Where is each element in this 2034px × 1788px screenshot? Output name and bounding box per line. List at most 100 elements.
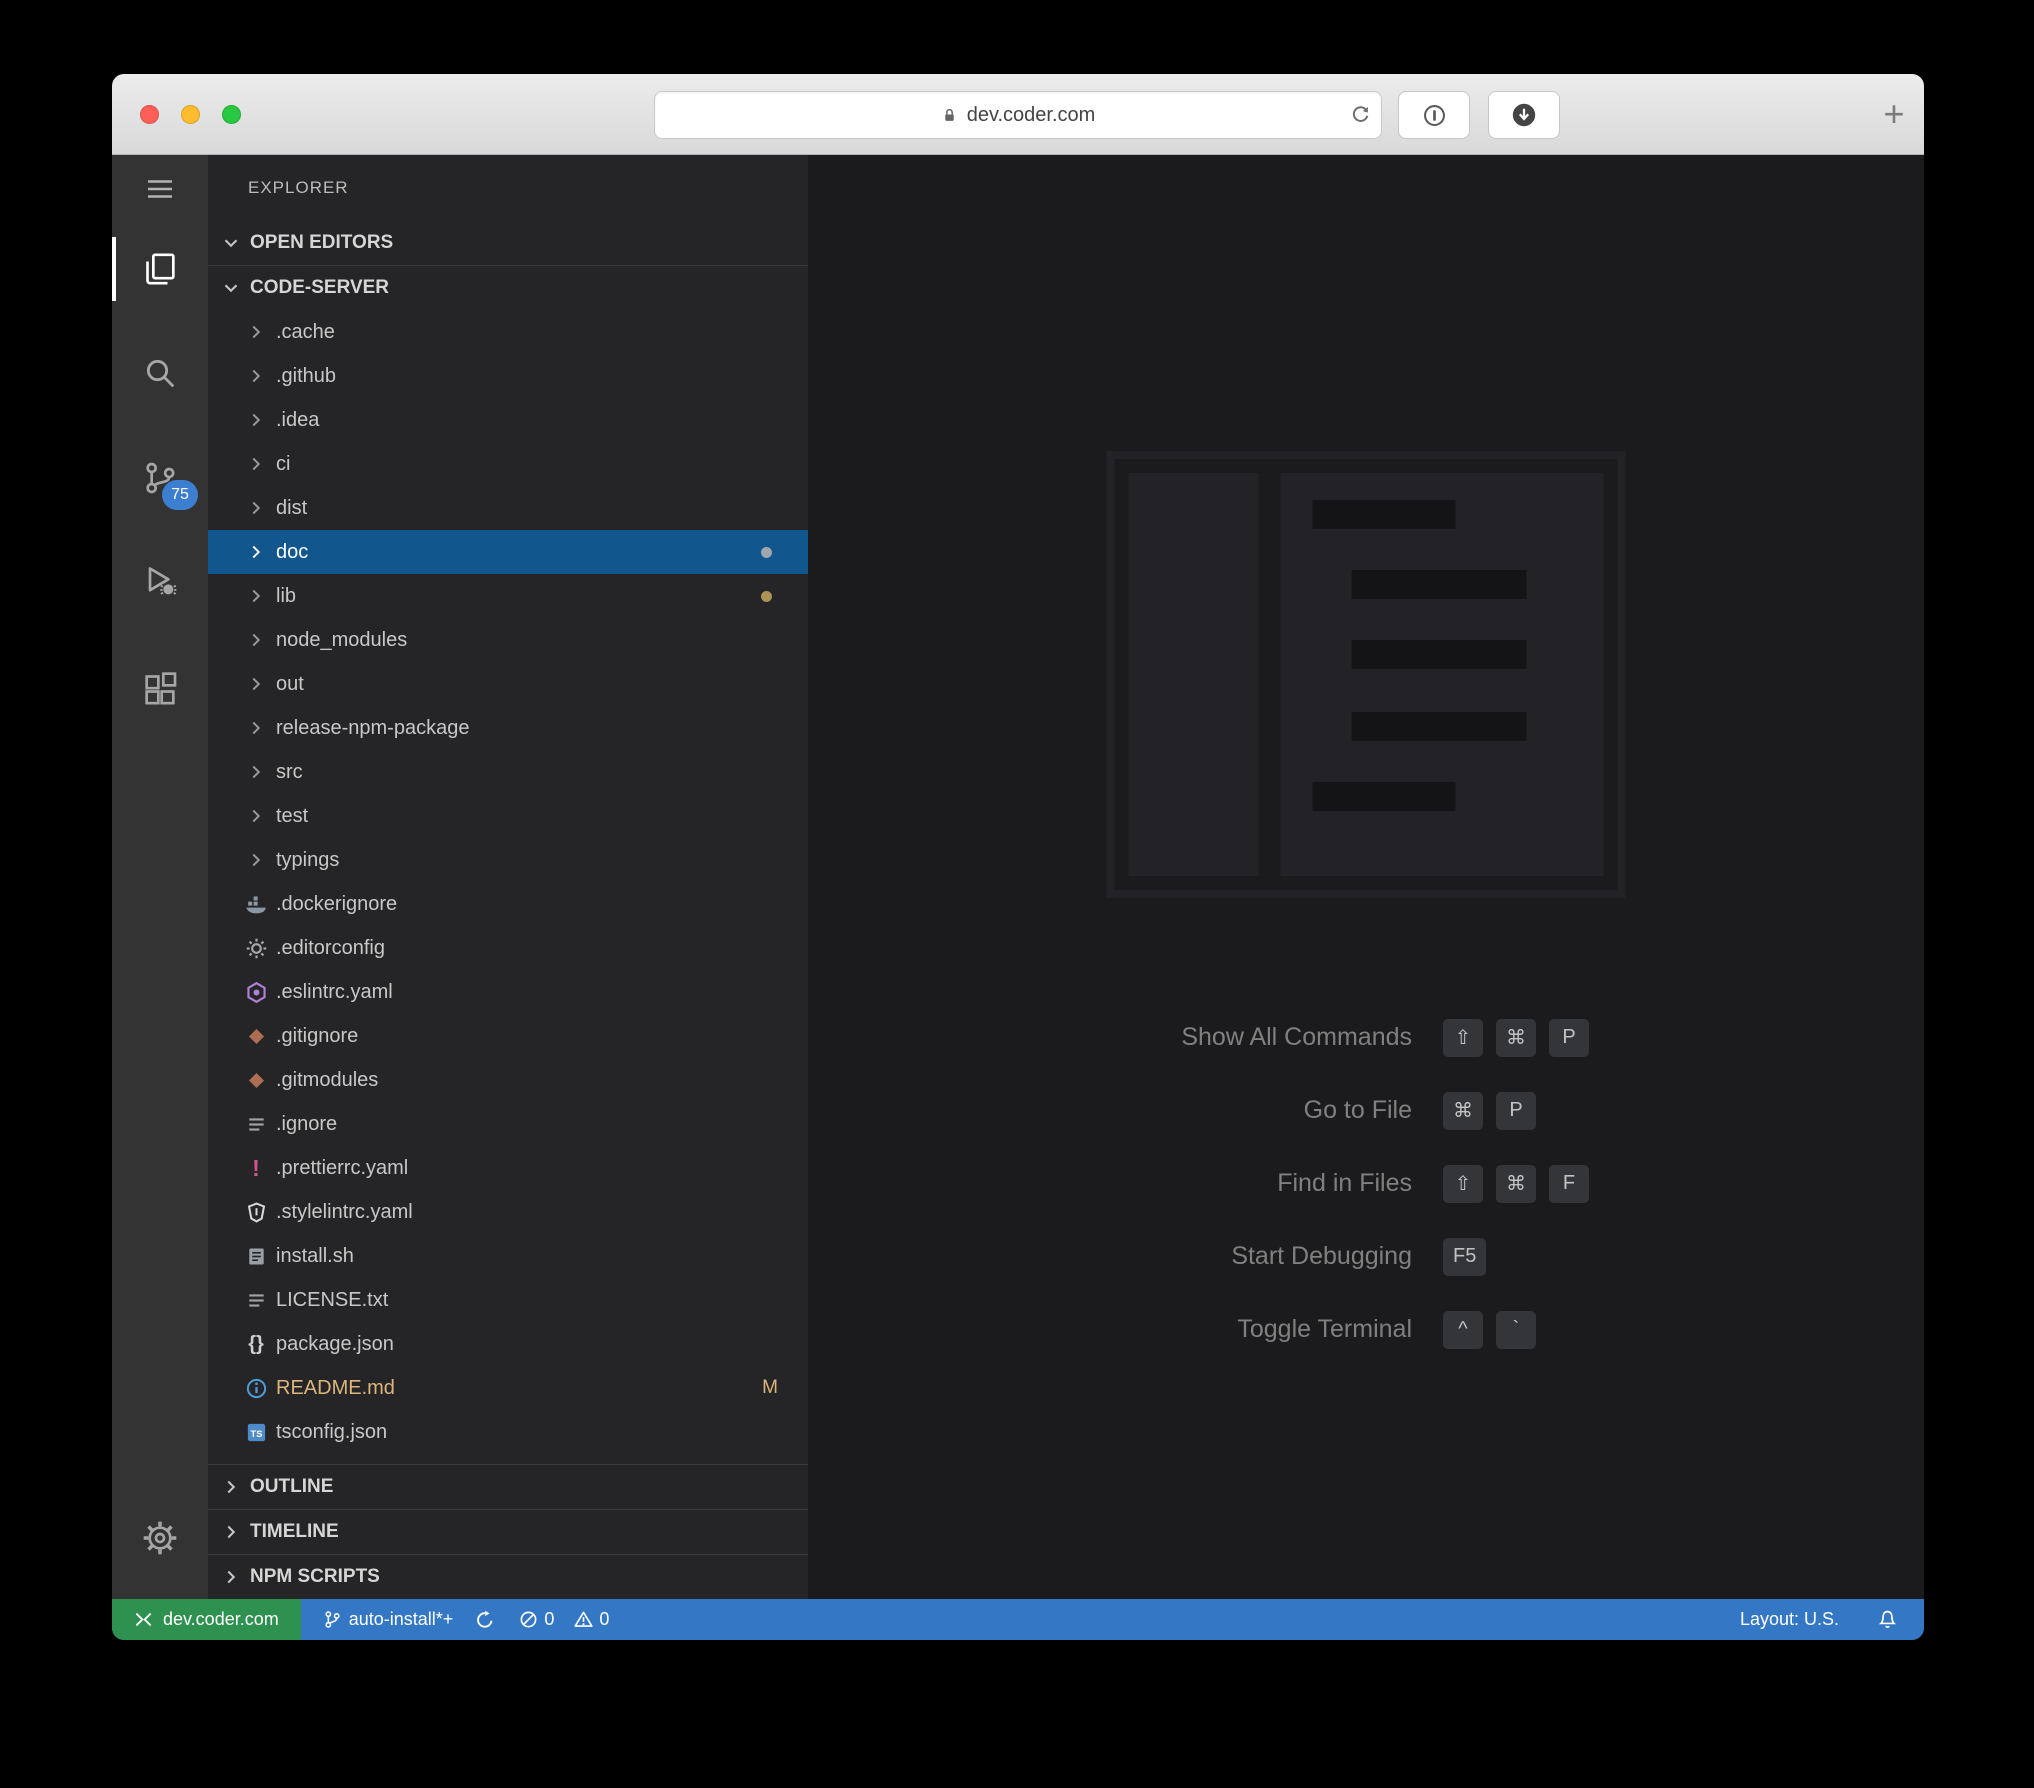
editorconfig-icon xyxy=(242,937,270,960)
tree-item-test[interactable]: test xyxy=(208,794,808,838)
tree-item-out[interactable]: out xyxy=(208,662,808,706)
shortcut-label: Find in Files xyxy=(1277,1169,1412,1197)
section-npm-scripts[interactable]: NPM SCRIPTS xyxy=(208,1554,808,1599)
editor-area: Show All Commands ⇧ ⌘ P Go to File ⌘ P Find in … xyxy=(808,155,1924,1599)
welcome-watermark-graphic xyxy=(1106,451,1626,898)
lock-icon xyxy=(941,107,958,124)
sync-button[interactable] xyxy=(475,1610,495,1630)
tree-item-label: .github xyxy=(276,364,337,387)
section-outline[interactable]: OUTLINE xyxy=(208,1464,808,1509)
content-blocker-icon xyxy=(1421,102,1448,129)
activity-search[interactable] xyxy=(112,343,208,403)
section-open-editors[interactable]: OPEN EDITORS xyxy=(208,221,808,266)
tree-item-.cache[interactable]: .cache xyxy=(208,310,808,354)
tree-item-label: .gitmodules xyxy=(276,1068,379,1091)
tree-item-label: LICENSE.txt xyxy=(276,1288,389,1311)
explorer-title: EXPLORER xyxy=(248,178,349,197)
keycap: ^ xyxy=(1443,1310,1483,1349)
tree-item-lib[interactable]: lib xyxy=(208,574,808,618)
tree-item-.dockerignore[interactable]: .dockerignore xyxy=(208,882,808,926)
chevron-right-icon xyxy=(242,805,270,827)
section-label: TIMELINE xyxy=(250,1521,339,1542)
watermark-editor-shape xyxy=(1280,473,1604,876)
watermark-sidebar-shape xyxy=(1128,473,1259,876)
shortcut-row: Show All Commands ⇧ ⌘ P xyxy=(808,1001,1924,1074)
git-icon xyxy=(242,1069,270,1092)
tree-item-.gitignore[interactable]: .gitignore xyxy=(208,1014,808,1058)
section-root-folder[interactable]: CODE-SERVER xyxy=(208,266,808,310)
activity-run-debug[interactable] xyxy=(112,551,208,611)
shortcut-row: Start Debugging F5 xyxy=(808,1220,1924,1293)
downloads-button[interactable] xyxy=(1488,91,1560,139)
tree-item-.stylelintrc.yaml[interactable]: .stylelintrc.yaml xyxy=(208,1190,808,1234)
address-bar[interactable]: dev.coder.com xyxy=(654,91,1382,139)
tree-item-src[interactable]: src xyxy=(208,750,808,794)
error-icon xyxy=(519,1610,538,1629)
chevron-right-icon xyxy=(242,409,270,431)
notifications-bell-icon[interactable] xyxy=(1877,1609,1898,1630)
reload-button[interactable] xyxy=(1350,105,1371,126)
keyboard-layout-item[interactable]: Layout: U.S. xyxy=(1740,1609,1839,1630)
readme-icon xyxy=(242,1377,270,1400)
tree-item-doc[interactable]: doc xyxy=(208,530,808,574)
tree-item-install.sh[interactable]: install.sh xyxy=(208,1234,808,1278)
keycap: P xyxy=(1549,1018,1589,1057)
shortcut-label: Toggle Terminal xyxy=(1237,1315,1412,1343)
activity-explorer[interactable] xyxy=(112,237,208,301)
chevron-right-icon xyxy=(220,1476,242,1498)
chevron-down-icon xyxy=(220,232,242,254)
section-timeline[interactable]: TIMELINE xyxy=(208,1509,808,1554)
keycap: P xyxy=(1496,1091,1536,1130)
tree-item-label: .eslintrc.yaml xyxy=(276,980,393,1003)
vscode-workbench: 75 EXPLORER OPEN EDITORS CODE-SERVER .ca… xyxy=(112,155,1924,1599)
settings-button[interactable] xyxy=(112,1508,208,1568)
new-tab-button[interactable]: + xyxy=(1872,92,1916,136)
tree-item-tsconfig.json[interactable]: TS tsconfig.json xyxy=(208,1410,808,1454)
git-icon xyxy=(242,1025,270,1048)
chevron-right-icon xyxy=(242,497,270,519)
content-blocker-button[interactable] xyxy=(1398,91,1470,139)
download-icon xyxy=(1510,101,1538,129)
tree-item-label: dist xyxy=(276,496,308,519)
tree-item-ci[interactable]: ci xyxy=(208,442,808,486)
zoom-window-button[interactable] xyxy=(222,105,241,124)
docker-icon xyxy=(242,893,270,916)
remote-indicator[interactable]: dev.coder.com xyxy=(112,1599,301,1640)
tree-item-.eslintrc.yaml[interactable]: .eslintrc.yaml xyxy=(208,970,808,1014)
tree-item-.editorconfig[interactable]: .editorconfig xyxy=(208,926,808,970)
sync-icon xyxy=(475,1610,495,1630)
section-label: NPM SCRIPTS xyxy=(250,1566,380,1587)
tree-item-package.json[interactable]: {} package.json xyxy=(208,1322,808,1366)
tree-item-label: .idea xyxy=(276,408,320,431)
tree-item-typings[interactable]: typings xyxy=(208,838,808,882)
tree-item-.gitmodules[interactable]: .gitmodules xyxy=(208,1058,808,1102)
debug-icon xyxy=(140,561,180,601)
shortcut-keys: ^ ` xyxy=(1443,1310,1536,1349)
tree-item-dist[interactable]: dist xyxy=(208,486,808,530)
keycap: ⌘ xyxy=(1496,1018,1536,1057)
close-window-button[interactable] xyxy=(140,105,159,124)
menu-button[interactable] xyxy=(112,159,208,219)
minimize-window-button[interactable] xyxy=(181,105,200,124)
activity-source-control[interactable]: 75 xyxy=(112,448,208,510)
keycap: F5 xyxy=(1443,1237,1487,1276)
tree-item-.idea[interactable]: .idea xyxy=(208,398,808,442)
tree-item-label: test xyxy=(276,804,309,827)
tree-item-node_modules[interactable]: node_modules xyxy=(208,618,808,662)
tree-item-.ignore[interactable]: .ignore xyxy=(208,1102,808,1146)
tree-item-label: .prettierrc.yaml xyxy=(276,1156,409,1179)
tree-item-release-npm-package[interactable]: release-npm-package xyxy=(208,706,808,750)
chevron-right-icon xyxy=(242,365,270,387)
tree-item-README.md[interactable]: README.md M xyxy=(208,1366,808,1410)
git-branch-item[interactable]: auto-install*+ xyxy=(323,1609,453,1630)
list-icon xyxy=(242,1113,270,1136)
tree-item-.github[interactable]: .github xyxy=(208,354,808,398)
chevron-right-icon xyxy=(242,717,270,739)
problems-item[interactable]: 0 0 xyxy=(519,1609,609,1630)
tree-item-LICENSE.txt[interactable]: LICENSE.txt xyxy=(208,1278,808,1322)
tree-item-.prettierrc.yaml[interactable]: ! .prettierrc.yaml xyxy=(208,1146,808,1190)
tree-item-label: typings xyxy=(276,848,340,871)
tree-item-label: .ignore xyxy=(276,1112,338,1135)
activity-extensions[interactable] xyxy=(112,659,208,719)
desktop: dev.coder.com + 75 EXPLORER OPEN EDITORS… xyxy=(0,0,2034,1788)
